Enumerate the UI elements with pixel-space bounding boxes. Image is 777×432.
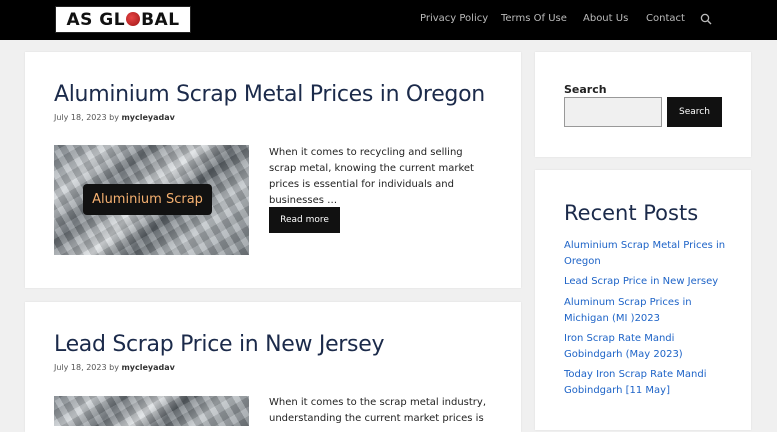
nav-privacy-policy[interactable]: Privacy Policy: [420, 13, 488, 24]
site-header: AS GL BAL Privacy Policy Terms Of Use Abo…: [0, 0, 777, 40]
post-author-prefix: by: [109, 113, 119, 122]
recent-post-link[interactable]: Lead Scrap Price in New Jersey: [564, 274, 729, 290]
post-author[interactable]: mycleyadav: [121, 113, 174, 122]
read-more-button[interactable]: Read more: [269, 207, 340, 233]
logo-text-right: BAL: [141, 9, 180, 30]
post-date[interactable]: July 18, 2023: [54, 363, 107, 372]
post-meta: July 18, 2023 by mycleyadav: [54, 113, 175, 122]
site-logo[interactable]: AS GL BAL: [55, 6, 191, 33]
post-author-prefix: by: [109, 363, 119, 372]
post-meta: July 18, 2023 by mycleyadav: [54, 363, 175, 372]
recent-post-link[interactable]: Aluminum Scrap Prices in Michigan (MI )2…: [564, 295, 729, 327]
recent-post-link[interactable]: Iron Scrap Rate Mandi Gobindgarh (May 20…: [564, 331, 729, 363]
post-thumbnail[interactable]: [54, 396, 249, 426]
recent-posts-title: Recent Posts: [564, 201, 699, 225]
search-label: Search: [564, 83, 607, 96]
nav-contact[interactable]: Contact: [646, 13, 685, 24]
nav-about-us[interactable]: About Us: [583, 13, 628, 24]
post-date[interactable]: July 18, 2023: [54, 113, 107, 122]
post-excerpt: When it comes to the scrap metal industr…: [269, 397, 486, 424]
globe-icon: [126, 11, 141, 26]
post-author[interactable]: mycleyadav: [121, 363, 174, 372]
nav-terms-of-use[interactable]: Terms Of Use: [501, 13, 567, 24]
search-button[interactable]: Search: [667, 97, 722, 127]
search-icon[interactable]: [700, 13, 712, 25]
logo-text-left: AS GL: [66, 9, 126, 30]
post-title[interactable]: Aluminium Scrap Metal Prices in Oregon: [54, 82, 485, 107]
thumbnail-label: Aluminium Scrap: [83, 184, 212, 215]
post-excerpt: When it comes to recycling and selling s…: [269, 147, 474, 206]
recent-post-link[interactable]: Today Iron Scrap Rate Mandi Gobindgarh […: [564, 367, 729, 399]
post-title[interactable]: Lead Scrap Price in New Jersey: [54, 332, 384, 357]
recent-post-link[interactable]: Aluminium Scrap Metal Prices in Oregon: [564, 238, 729, 270]
logo-text: AS GL BAL: [66, 10, 179, 30]
search-input[interactable]: [564, 97, 662, 127]
post-thumbnail[interactable]: Aluminium Scrap: [54, 145, 249, 255]
